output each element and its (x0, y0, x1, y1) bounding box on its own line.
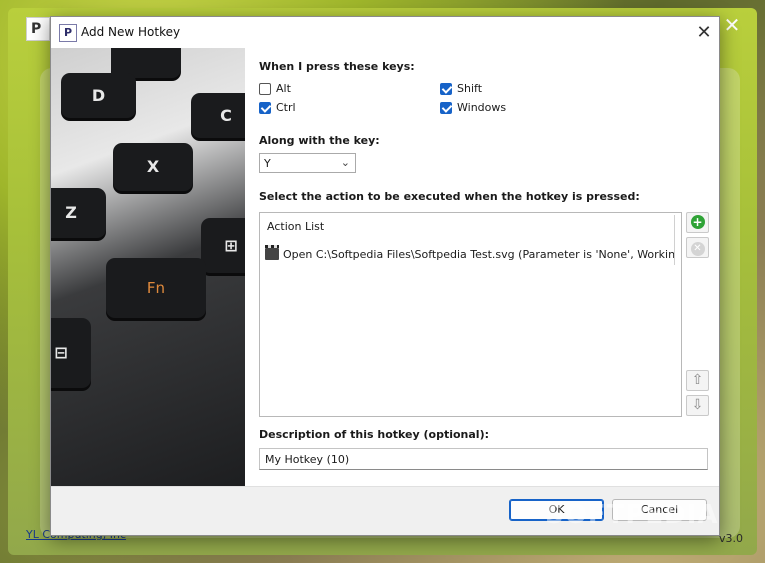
parent-close-icon[interactable]: ✕ (721, 14, 743, 36)
move-down-button[interactable]: ⇩ (686, 395, 709, 416)
keyboard-image: D C X Z ⊞ Fn ⊟ (51, 48, 245, 487)
checkbox-label: Shift (457, 82, 483, 95)
checkbox-label: Windows (457, 101, 507, 114)
action-item-text: Open C:\Softpedia Files\Softpedia Test.s… (283, 247, 675, 261)
description-input[interactable]: My Hotkey (10) (259, 448, 708, 470)
remove-action-button[interactable]: ✕ (686, 237, 709, 258)
arrow-down-icon: ⇩ (691, 397, 704, 413)
keyboard-key: X (113, 143, 193, 191)
checkbox-label: Ctrl (276, 101, 296, 114)
app-icon: P (59, 24, 77, 42)
checkbox-box-checked[interactable] (440, 82, 452, 95)
keyboard-key: C (191, 93, 245, 138)
windows-checkbox[interactable]: Windows (440, 101, 506, 114)
shift-checkbox[interactable]: Shift (440, 82, 482, 95)
column-divider (674, 215, 675, 265)
dialog-title: Add New Hotkey (81, 25, 181, 39)
keyboard-key: D (61, 73, 136, 118)
ctrl-checkbox[interactable]: Ctrl (259, 101, 296, 114)
parent-app-icon: P (26, 17, 50, 41)
add-icon: + (690, 215, 705, 229)
action-list-header: Action List (267, 220, 325, 233)
add-action-button[interactable]: + (686, 212, 709, 233)
clapperboard-icon (265, 245, 279, 260)
fn-key: Fn (106, 258, 206, 318)
arrow-up-icon: ⇧ (691, 372, 704, 388)
watermark: SOFTPEDIA (545, 500, 719, 530)
dialog-titlebar: P Add New Hotkey ✕ (51, 17, 719, 48)
alt-checkbox[interactable]: Alt (259, 82, 291, 95)
keyboard-key: ⊞ (201, 218, 245, 273)
list-item[interactable]: Open C:\Softpedia Files\Softpedia Test.s… (265, 245, 675, 263)
version-label: v3.0 (718, 532, 743, 545)
key-select-value: Y (264, 157, 271, 170)
checkbox-box-checked[interactable] (440, 101, 452, 114)
action-label: Select the action to be executed when th… (259, 190, 640, 203)
keyboard-key: ⊟ (51, 318, 91, 388)
checkbox-label: Alt (276, 82, 291, 95)
key-select[interactable]: Y ⌄ (259, 153, 356, 173)
chevron-down-icon: ⌄ (340, 156, 350, 169)
dialog-content: When I press these keys: Alt Shift Ctrl … (259, 48, 719, 487)
press-keys-label: When I press these keys: (259, 60, 415, 73)
checkbox-box[interactable] (259, 82, 271, 95)
action-list[interactable]: Action List Open C:\Softpedia Files\Soft… (259, 212, 682, 417)
add-hotkey-dialog: P Add New Hotkey ✕ D C X Z ⊞ Fn ⊟ When I… (50, 16, 720, 536)
keyboard-key: Z (51, 188, 106, 238)
description-value: My Hotkey (10) (265, 453, 350, 466)
description-label: Description of this hotkey (optional): (259, 428, 490, 441)
along-with-key-label: Along with the key: (259, 134, 380, 147)
checkbox-box-checked[interactable] (259, 101, 271, 114)
move-up-button[interactable]: ⇧ (686, 370, 709, 391)
remove-icon: ✕ (690, 242, 705, 256)
close-icon[interactable]: ✕ (689, 17, 719, 48)
